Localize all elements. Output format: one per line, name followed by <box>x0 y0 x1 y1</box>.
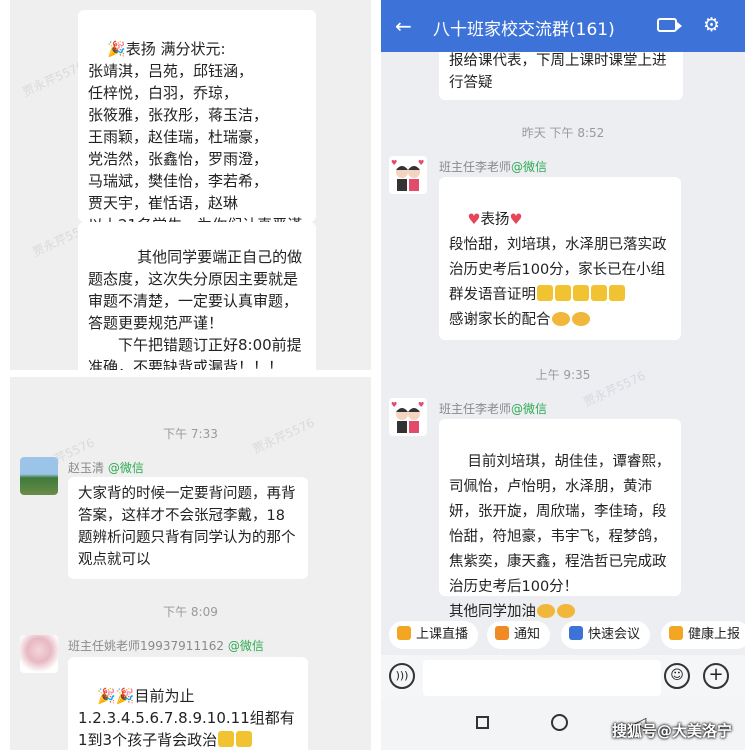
timestamp: 下午 7:33 <box>163 427 218 441</box>
source-watermark: 搜狐号@大美洛宁 <box>612 722 733 740</box>
chat-screenshot-top-left: 贾永芹5576 贾永芹5576 🎉表扬 满分状元: 张靖淇，吕苑，邱钰涵， 任梓… <box>10 0 371 370</box>
heart-icon: ♥ <box>509 212 523 228</box>
chat-message-bubble[interactable]: 🎉🎉目前为止 1.2.3.4.5.6.7.8.9.10.11组都有1到3个孩子背… <box>68 657 308 750</box>
input-bar: ))) ☺ + <box>381 655 745 699</box>
megaphone-icon <box>495 626 509 640</box>
gear-icon[interactable]: ⚙ <box>703 14 720 36</box>
avatar[interactable] <box>20 457 58 495</box>
party-popper-icon: 🎉 <box>107 40 126 58</box>
timestamp: 上午 9:35 <box>535 368 591 382</box>
plus-icon[interactable]: + <box>703 663 729 689</box>
live-class-button[interactable]: 上课直播 <box>389 621 479 649</box>
svg-text:♥: ♥ <box>391 159 397 167</box>
avatar[interactable] <box>20 635 58 673</box>
lightning-icon <box>569 626 583 640</box>
live-icon <box>397 626 411 640</box>
chat-message-bubble[interactable]: 目前刘培琪，胡佳佳，谭睿熙，司佩怡，卢怡明，水泽朋，黄沛妍，张开旋，周欣瑞，李佳… <box>439 419 681 620</box>
chat-screenshot-right: 贾永芹5576 贾永芹5576 贾永芹5576 报给课代表，下周上课时课堂上进行… <box>381 0 745 750</box>
group-title: 八十班家校交流群(161) <box>433 20 615 40</box>
praise-message-bubble[interactable]: 🎉表扬 满分状元: 张靖淇，吕苑，邱钰涵， 任梓悦，白羽，乔琼， 张筱雅，张孜彤… <box>78 10 316 256</box>
party-popper-icon: 🎉🎉 <box>97 687 135 705</box>
timestamp: 下午 8:09 <box>163 605 218 619</box>
thumbs-up-icon <box>537 285 553 301</box>
thumbs-up-icon <box>591 285 607 301</box>
sender-name: 班主任姚老师19937911162 @微信 <box>68 639 264 653</box>
notice-button[interactable]: 通知 <box>487 621 551 649</box>
thumbs-up-icon <box>573 285 589 301</box>
video-call-icon[interactable] <box>657 18 682 32</box>
avatar[interactable]: ♥ ♥ <box>389 398 427 436</box>
faint-watermark: 贾永芹5576 <box>20 58 87 100</box>
timestamp: 昨天 下午 8:52 <box>521 126 605 140</box>
health-report-icon <box>669 626 683 640</box>
avatar[interactable]: ♥ ♥ <box>389 156 427 194</box>
sender-name: 赵玉清 @微信 <box>68 461 144 475</box>
health-report-button[interactable]: 健康上报 <box>661 621 745 649</box>
chat-message-bubble[interactable]: 报给课代表，下周上课时课堂上进行答疑 <box>439 44 683 100</box>
message-input[interactable] <box>423 660 661 696</box>
shortcut-bar: 上课直播 通知 快速会议 健康上报 <box>381 615 745 655</box>
thumbs-up-icon <box>555 285 571 301</box>
chat-header: ← 八十班家校交流群(161) ⚙ <box>381 0 745 52</box>
chat-screenshot-bottom-left: 贾永芹5576 贾永芹5576 下午 7:33 赵玉清 @微信 大家背的时候一定… <box>10 377 371 750</box>
svg-text:♥: ♥ <box>418 159 424 167</box>
back-arrow-icon[interactable]: ← <box>395 14 412 38</box>
chat-message-bubble[interactable]: 大家背的时候一定要背问题，再背答案，这样才不会张冠李戴，18题辨析问题只背有同学… <box>68 477 308 579</box>
thumbs-up-icon <box>236 731 253 747</box>
svg-text:♥: ♥ <box>418 401 424 409</box>
handshake-icon <box>571 312 590 326</box>
couple-avatar-icon: ♥ ♥ <box>391 401 424 433</box>
handshake-icon <box>551 312 570 326</box>
sender-name: 班主任李老师@微信 <box>439 160 548 174</box>
home-icon[interactable] <box>551 714 568 731</box>
instruction-message-bubble[interactable]: 其他同学要端正自己的做题态度，这次失分原因主要就是审题不清楚，一定要认真审题，答… <box>78 222 316 370</box>
quick-meeting-button[interactable]: 快速会议 <box>561 621 651 649</box>
emoji-icon[interactable]: ☺ <box>664 663 690 689</box>
thumbs-up-icon <box>218 731 235 747</box>
couple-avatar-icon: ♥ ♥ <box>391 159 424 191</box>
voice-input-icon[interactable]: ))) <box>389 663 415 689</box>
sender-name: 班主任李老师@微信 <box>439 402 548 416</box>
thumbs-up-icon <box>609 285 625 301</box>
svg-text:♥: ♥ <box>391 401 397 409</box>
instruction-message-text: 其他同学要端正自己的做题态度，这次失分原因主要就是审题不清楚，一定要认真审题，答… <box>88 248 303 370</box>
recent-apps-icon[interactable] <box>476 716 489 729</box>
chat-message-bubble[interactable]: ♥表扬♥ 段怡甜，刘培琪，水泽朋已落实政治历史考后100分，家长已在小组群发语音… <box>439 177 681 340</box>
heart-icon: ♥ <box>467 212 481 228</box>
